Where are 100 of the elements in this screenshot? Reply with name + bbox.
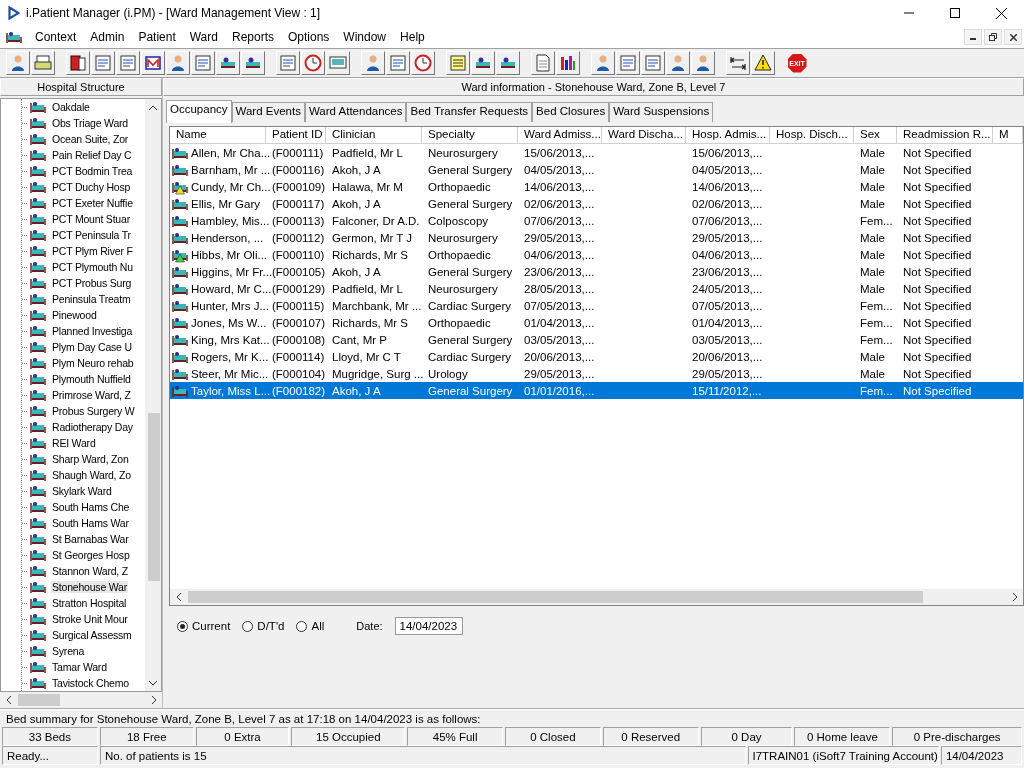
document-icon[interactable] xyxy=(386,51,410,75)
maximize-icon[interactable] xyxy=(950,8,960,18)
tree-item[interactable]: PCT Peninsula Tr xyxy=(51,229,132,241)
tree-item[interactable]: Planned Investiga xyxy=(51,325,134,337)
table-row[interactable]: Steer, Mr Mic... (F000104) Mugridge, Surg ... Urology 29/05/2013,... 29/05/2013,... Male Not Specified xyxy=(170,365,1023,382)
horizontal-scrollbar[interactable] xyxy=(170,589,1023,605)
table-row[interactable]: Hambley, Mis... (F000113) Falconer, Dr A.D. Colposcopy 07/06/2013,... 07/06/2013,... Fem... Not Specified xyxy=(170,212,1023,229)
tree-item[interactable]: Pinewood xyxy=(51,309,98,321)
scroll-right-icon[interactable] xyxy=(1012,593,1018,601)
tab[interactable]: Ward Suspensions xyxy=(609,102,714,122)
column-header[interactable]: Name xyxy=(170,127,266,144)
table-row[interactable]: Higgins, Mr Fr...(F000105) Akoh, J A General Surgery 23/06/2013,... 23/06/2013,... Male Not Specified xyxy=(170,263,1023,280)
arrows-icon[interactable] xyxy=(726,51,750,75)
column-header[interactable]: Hosp. Disch... xyxy=(770,127,854,144)
tree-item[interactable]: Skylark Ward xyxy=(51,485,113,497)
table-row[interactable]: Henderson, ... (F000112) Germon, Mr T J Neurosurgery 29/05/2013,... 29/05/2013,... Male Not Specified xyxy=(170,229,1023,246)
tree-item[interactable]: Obs Triage Ward xyxy=(51,117,129,129)
radio-option[interactable]: Current xyxy=(177,620,231,632)
chart-icon[interactable] xyxy=(556,51,580,75)
scroll-up-icon[interactable] xyxy=(149,104,157,110)
column-header[interactable]: M xyxy=(993,127,1023,144)
vertical-scrollbar[interactable] xyxy=(145,99,161,691)
column-header[interactable]: Readmission R... xyxy=(897,127,993,144)
book-icon[interactable] xyxy=(66,51,90,75)
tree-item[interactable]: Pain Relief Day C xyxy=(51,149,133,161)
restore-icon[interactable] xyxy=(989,33,997,41)
column-header[interactable]: Hosp. Admis... xyxy=(686,127,770,144)
document-icon[interactable] xyxy=(616,51,640,75)
person-icon[interactable] xyxy=(361,51,385,75)
person-icon[interactable] xyxy=(166,51,190,75)
table-row[interactable]: Rogers, Mr K... (F000114) Lloyd, Mr C T Cardiac Surgery 20/06/2013,... 20/06/2013,... Male Not Specified xyxy=(170,348,1023,365)
menu-item[interactable]: Context xyxy=(28,30,84,44)
radio-option[interactable]: D/T'd xyxy=(242,620,285,632)
tree-item[interactable]: REI Ward xyxy=(51,437,97,449)
radio-option[interactable]: All xyxy=(296,620,325,632)
table-row[interactable]: Taylor, Miss L...(F000182) Akoh, J A General Surgery 01/01/2016,... 15/11/2012,... Fem... Not Specified xyxy=(170,382,1023,399)
tree-item[interactable]: Plym Day Case U xyxy=(51,341,133,353)
menu-item[interactable]: Window xyxy=(336,30,394,44)
bed-icon[interactable] xyxy=(496,51,520,75)
menu-item[interactable]: Admin xyxy=(83,30,132,44)
close-icon[interactable] xyxy=(1009,33,1017,41)
tab[interactable]: Ward Events xyxy=(231,102,305,122)
column-header[interactable]: Sex xyxy=(854,127,897,144)
person-icon[interactable] xyxy=(591,51,615,75)
table-row[interactable]: Barnham, Mr ...(F000116) Akoh, J A General Surgery 04/05/2013,... 04/05/2013,... Male Not Specified xyxy=(170,161,1023,178)
document-icon[interactable] xyxy=(116,51,140,75)
table-row[interactable]: Ellis, Mr Gary (F000117) Akoh, J A General Surgery 02/06/2013,... 02/06/2013,... Male Not Specified xyxy=(170,195,1023,212)
tree-item[interactable]: Surgical Assessm xyxy=(51,629,133,641)
tree-item[interactable]: South Hams War xyxy=(51,517,130,529)
bed-icon[interactable] xyxy=(241,51,265,75)
column-header[interactable]: Ward Discha... xyxy=(602,127,686,144)
scroll-left-icon[interactable] xyxy=(5,696,11,704)
close-button[interactable] xyxy=(1004,29,1022,45)
tree-item[interactable]: Plym Neuro rehab xyxy=(51,357,135,369)
bed-icon[interactable] xyxy=(216,51,240,75)
tree-item[interactable]: St Georges Hosp xyxy=(51,549,131,561)
document-icon[interactable] xyxy=(191,51,215,75)
restore-button[interactable] xyxy=(984,29,1002,45)
monitor-icon[interactable] xyxy=(326,51,350,75)
table-row[interactable]: Howard, Mr C...(F000129) Padfield, Mr L Neurosurgery 28/05/2013,... 24/05/2013,... Male Not Specified xyxy=(170,280,1023,297)
document-icon[interactable] xyxy=(91,51,115,75)
tab[interactable]: Bed Transfer Requests xyxy=(406,102,533,122)
tree-item[interactable]: PCT Plym River F xyxy=(51,245,134,257)
clock-icon[interactable] xyxy=(301,51,325,75)
tree-item[interactable]: PCT Bodmin Trea xyxy=(51,165,134,177)
tree-item[interactable]: Stonehouse War xyxy=(51,581,129,593)
page-icon[interactable] xyxy=(531,51,555,75)
table-row[interactable]: Allen, Mr Cha...(F000111) Padfield, Mr L Neurosurgery 15/06/2013,... 15/06/2013,... Male Not Specified xyxy=(170,144,1023,161)
table-row[interactable]: Jones, Ms W... (F000107) Richards, Mr S Orthopaedic 01/04/2013,... 01/04/2013,... Fem... Not Specified xyxy=(170,314,1023,331)
tree-item[interactable]: Radiotherapy Day xyxy=(51,421,134,433)
tree-item[interactable]: South Hams Che xyxy=(51,501,131,513)
tree-item[interactable]: Oakdale xyxy=(51,101,91,113)
table-row[interactable]: Cundy, Mr Ch...(F000109) Halawa, Mr M Orthopaedic 14/06/2013,... 14/06/2013,... Male Not Specified xyxy=(170,178,1023,195)
tree-item[interactable]: Tavistock Chemo xyxy=(51,677,130,689)
tree-item[interactable]: PCT Plymouth Nu xyxy=(51,261,134,273)
table-row[interactable]: Hibbs, Mr Oli... (F000110) Richards, Mr S Orthopaedic 04/06/2013,... 04/06/2013,... Male Not Specified xyxy=(170,246,1023,263)
tree-item[interactable]: Shaugh Ward, Zo xyxy=(51,469,132,481)
menu-item[interactable]: Ward xyxy=(182,30,225,44)
tree-item[interactable]: Probus Surgery W xyxy=(51,405,136,417)
tab[interactable]: Occupancy xyxy=(166,100,232,123)
person-icon[interactable] xyxy=(666,51,690,75)
scroll-down-icon[interactable] xyxy=(149,680,157,686)
tree-item[interactable]: Peninsula Treatm xyxy=(51,293,132,305)
tab[interactable]: Ward Attendances xyxy=(304,102,407,122)
document-icon[interactable] xyxy=(276,51,300,75)
scroll-thumb[interactable] xyxy=(148,413,160,581)
tree-item[interactable]: Syrena xyxy=(51,645,86,657)
tree-item[interactable]: PCT Duchy Hosp xyxy=(51,181,132,193)
close-icon[interactable] xyxy=(995,7,1007,19)
note-icon[interactable] xyxy=(446,51,470,75)
tree-item[interactable]: Stroke Unit Mour xyxy=(51,613,129,625)
tree-item[interactable]: PCT Mount Stuar xyxy=(51,213,131,225)
tree-item[interactable]: Stannon Ward, Z xyxy=(51,565,129,577)
mail-icon[interactable] xyxy=(141,51,165,75)
tree-item[interactable]: PCT Probus Surg xyxy=(51,277,133,289)
column-header[interactable]: Patient ID xyxy=(266,127,326,144)
document-icon[interactable] xyxy=(641,51,665,75)
menu-item[interactable]: Options xyxy=(281,30,337,44)
tree-item[interactable]: St Barnabas War xyxy=(51,533,130,545)
tree-item[interactable]: Plymouth Nuffield xyxy=(51,373,132,385)
